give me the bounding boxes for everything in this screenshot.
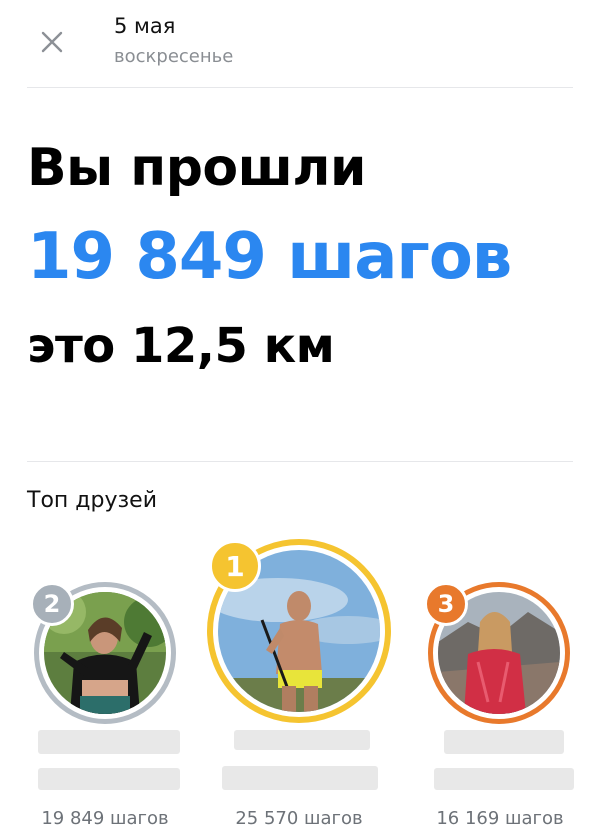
friend-card-2[interactable]: 2 19 849 шагов [30,578,180,840]
rank-badge-1: 1 [209,540,261,592]
rank-badge-3: 3 [424,582,468,626]
friend-steps-1: 25 570 шагов [235,808,363,829]
weekday-label: воскресенье [114,46,234,67]
friend-name-redacted [38,768,180,790]
close-icon [41,31,63,53]
date-label: 5 мая [114,14,176,38]
friend-card-1[interactable]: 1 25 570 шагов [204,536,394,840]
headline-walked: Вы прошли [27,138,366,198]
header-divider [27,87,573,88]
headline-steps: 19 849 шагов [27,220,512,294]
header: 5 мая воскресенье [0,0,600,88]
friend-card-3[interactable]: 3 16 169 шагов [420,578,580,840]
friend-name-redacted [434,768,574,790]
close-button[interactable] [36,26,68,58]
friend-name-redacted [38,730,180,754]
section-divider [27,461,573,462]
friend-name-redacted [444,730,564,754]
rank-badge-2: 2 [30,582,74,626]
top-friends-title: Топ друзей [27,488,158,513]
headline-distance: это 12,5 км [27,318,335,374]
friend-steps-3: 16 169 шагов [436,808,564,829]
friend-steps-2: 19 849 шагов [41,808,169,829]
friend-name-redacted [234,730,370,750]
friend-name-redacted [222,766,378,790]
